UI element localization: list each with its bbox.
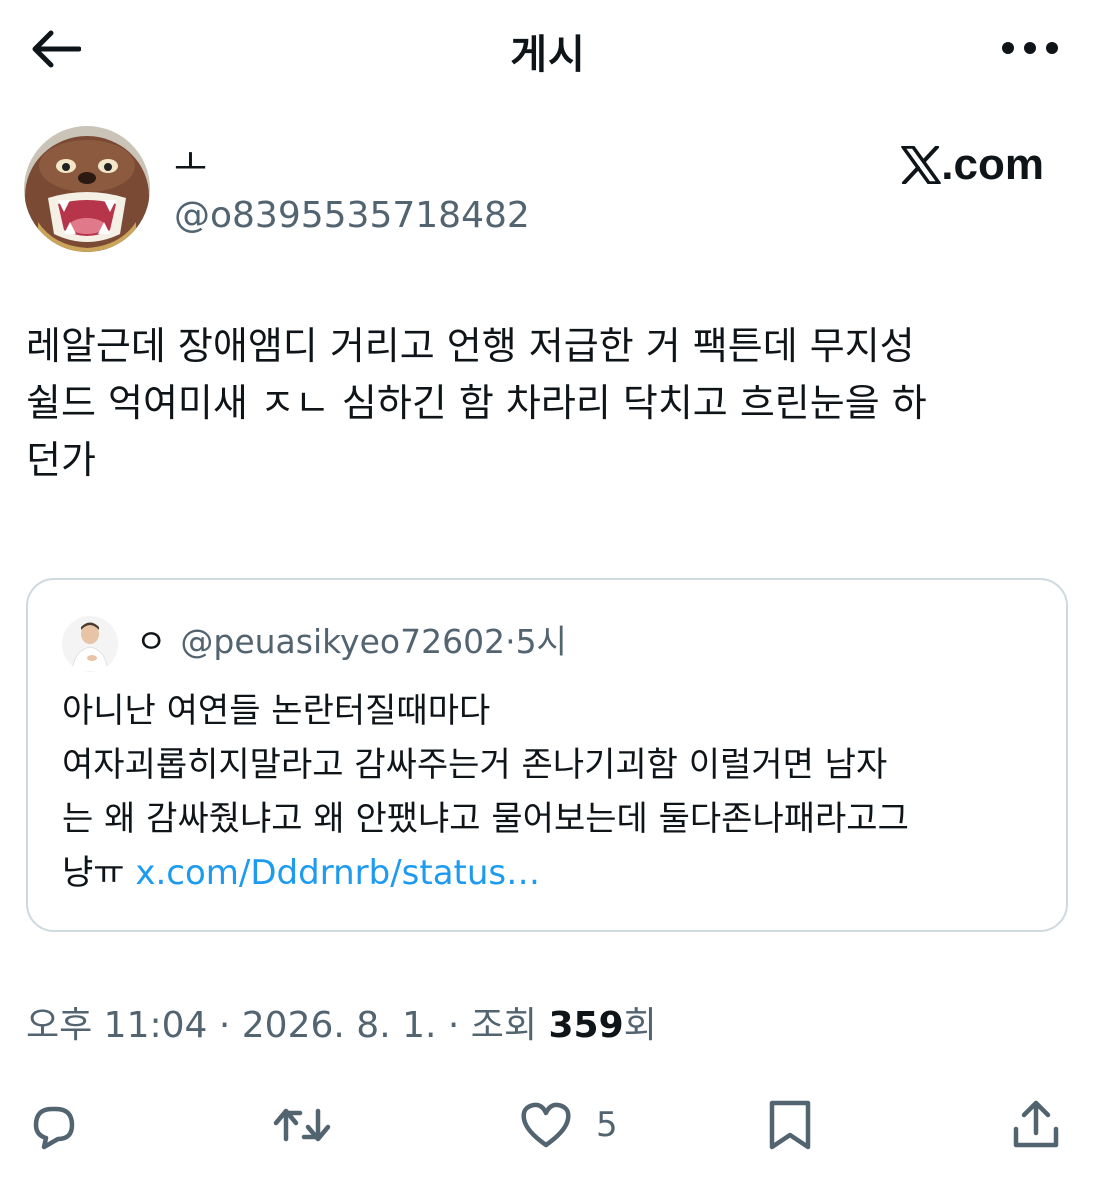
quoted-time: 5시 (515, 622, 567, 661)
reply-icon (33, 1106, 75, 1150)
person-avatar-icon (62, 616, 118, 672)
retweet-icon (273, 1108, 331, 1142)
views-label: 조회 (470, 1005, 549, 1046)
user-handle[interactable]: @o8395535718482 (174, 194, 530, 238)
tweet-text: 레알근데 장애앰디 거리고 언행 저급한 거 팩튼데 무지성 쉴드 억여미새 ㅈ… (26, 324, 927, 482)
quoted-header: ㅇ @peuasikyeo72602·5시 (136, 622, 567, 662)
quoted-tweet-card[interactable]: ㅇ @peuasikyeo72602·5시 아니난 여연들 논란터질때마다 여자괴… (26, 578, 1068, 932)
quoted-link[interactable]: x.com/Dddrnrb/status… (135, 853, 540, 893)
more-dots-icon (1002, 42, 1058, 54)
views-suffix: 회 (623, 1005, 657, 1046)
timestamp-row: 오후 11:04 · 2026. 8. 1. · 조회 359회 (26, 1002, 657, 1050)
bookmark-button[interactable] (764, 1090, 816, 1160)
bookmark-icon (769, 1100, 811, 1150)
post-date[interactable]: 2026. 8. 1. (242, 1005, 437, 1046)
reply-button[interactable] (26, 1090, 82, 1160)
quoted-handle: @peuasikyeo72602 (180, 622, 506, 661)
cartoon-monster-avatar-icon (24, 126, 150, 252)
quoted-avatar (62, 616, 118, 672)
quoted-text: 아니난 여연들 논란터질때마다 여자괴롭히지말라고 감싸주는거 존나기괴함 이럴… (62, 684, 1052, 900)
post-time[interactable]: 오후 11:04 (26, 1005, 207, 1046)
separator: · (207, 1005, 242, 1046)
like-button[interactable]: 5 (518, 1090, 618, 1160)
x-logo-icon (901, 146, 942, 184)
display-name[interactable]: ㅗ (174, 144, 207, 184)
quoted-separator: · (505, 622, 516, 661)
like-icon (521, 1102, 571, 1148)
action-bar: 5 (0, 1090, 1096, 1160)
views-count[interactable]: 359 (548, 1005, 623, 1046)
more-options-button[interactable] (1000, 28, 1060, 68)
avatar[interactable] (24, 126, 150, 252)
retweet-button[interactable] (272, 1090, 332, 1160)
x-com-watermark: .com (901, 140, 1044, 190)
top-bar: 게시 (0, 0, 1096, 100)
share-button[interactable] (1008, 1090, 1064, 1160)
watermark-text: .com (941, 140, 1044, 189)
quoted-display-name: ㅇ (136, 622, 167, 661)
page-title: 게시 (510, 32, 586, 78)
separator: · (436, 1005, 471, 1046)
share-icon (1013, 1100, 1059, 1148)
like-count: 5 (596, 1105, 618, 1145)
author-row: ㅗ @o8395535718482 .com (24, 126, 1070, 256)
